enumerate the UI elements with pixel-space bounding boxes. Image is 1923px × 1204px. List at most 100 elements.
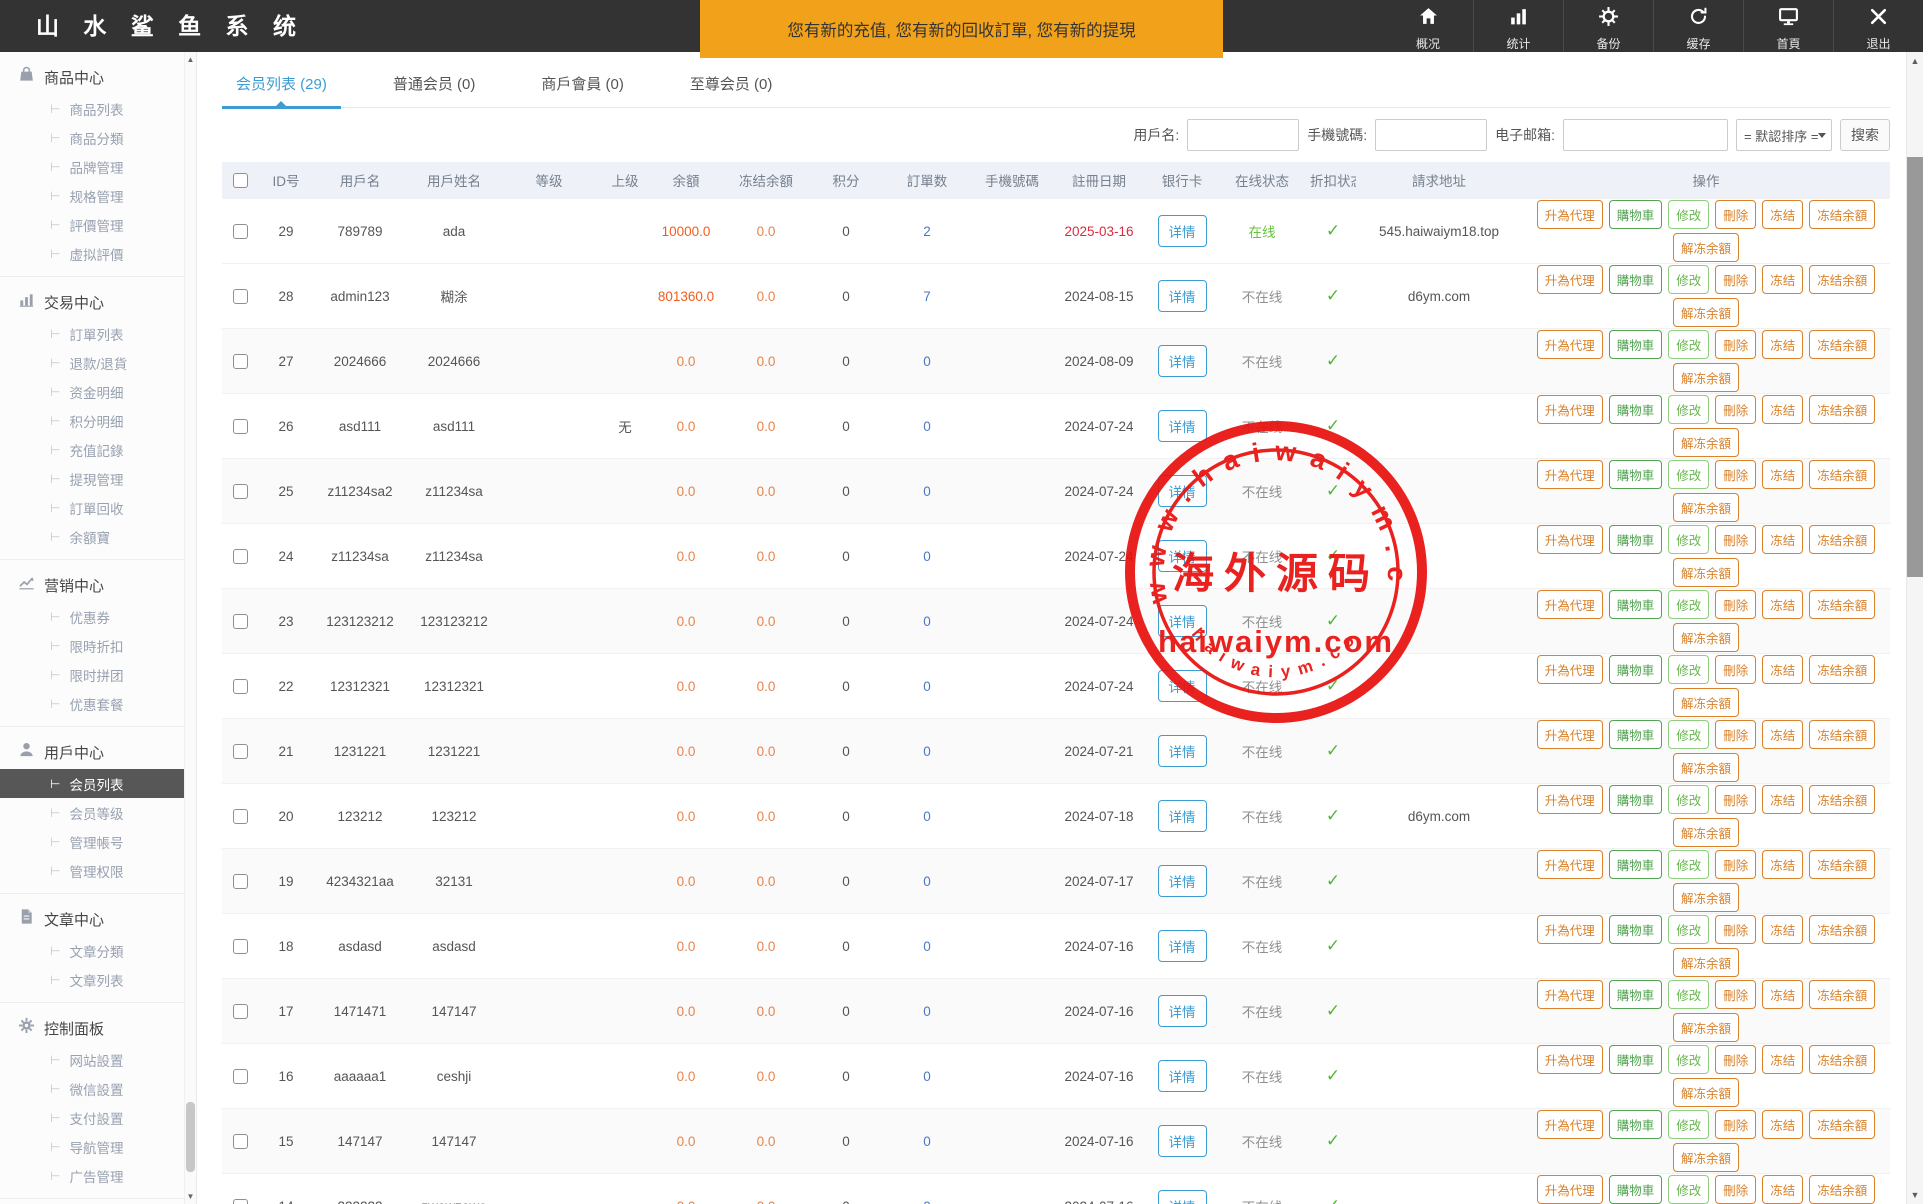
edit-button[interactable]: 修改 — [1668, 1175, 1709, 1204]
promote-agent-button[interactable]: 升為代理 — [1537, 785, 1603, 814]
sidebar-item[interactable]: ⊢評價管理 — [0, 210, 185, 239]
promote-agent-button[interactable]: 升為代理 — [1537, 720, 1603, 749]
edit-button[interactable]: 修改 — [1668, 980, 1709, 1009]
nav-overview[interactable]: 概况 — [1383, 0, 1473, 52]
unfreeze-balance-button[interactable]: 解冻余額 — [1673, 1078, 1739, 1107]
scroll-down-arrow-icon[interactable]: ▼ — [1907, 1190, 1923, 1200]
sidebar-item[interactable]: ⊢优惠套餐 — [0, 689, 185, 718]
unfreeze-balance-button[interactable]: 解冻余額 — [1673, 883, 1739, 912]
scroll-up-arrow-icon[interactable]: ▲ — [1907, 56, 1923, 66]
row-checkbox[interactable] — [233, 679, 248, 694]
unfreeze-balance-button[interactable]: 解冻余額 — [1673, 428, 1739, 457]
edit-button[interactable]: 修改 — [1668, 1110, 1709, 1139]
promote-agent-button[interactable]: 升為代理 — [1537, 1045, 1603, 1074]
freeze-balance-button[interactable]: 冻结余額 — [1809, 1045, 1875, 1074]
row-checkbox[interactable] — [233, 939, 248, 954]
delete-button[interactable]: 刪除 — [1715, 525, 1756, 554]
row-checkbox[interactable] — [233, 1134, 248, 1149]
sidebar-item[interactable]: ⊢限时拼团 — [0, 660, 185, 689]
detail-button[interactable]: 详情 — [1158, 1190, 1207, 1204]
sidebar-section-header-marketing-center[interactable]: 营销中心 — [0, 568, 196, 602]
search-button[interactable]: 搜索 — [1840, 119, 1890, 151]
scroll-up-arrow-icon[interactable]: ▲ — [185, 55, 196, 64]
detail-button[interactable]: 详情 — [1158, 670, 1207, 702]
row-checkbox[interactable] — [233, 1199, 248, 1204]
cart-button[interactable]: 購物車 — [1609, 590, 1663, 619]
scroll-down-arrow-icon[interactable]: ▼ — [185, 1192, 196, 1201]
edit-button[interactable]: 修改 — [1668, 655, 1709, 684]
sidebar-item[interactable]: ⊢商品分類 — [0, 123, 185, 152]
freeze-balance-button[interactable]: 冻结余額 — [1809, 785, 1875, 814]
row-checkbox[interactable] — [233, 289, 248, 304]
row-checkbox[interactable] — [233, 549, 248, 564]
delete-button[interactable]: 刪除 — [1715, 460, 1756, 489]
tab-supreme-member[interactable]: 至尊会员 (0) — [676, 68, 787, 108]
edit-button[interactable]: 修改 — [1668, 460, 1709, 489]
row-checkbox[interactable] — [233, 874, 248, 889]
freeze-button[interactable]: 冻结 — [1762, 395, 1803, 424]
freeze-balance-button[interactable]: 冻结余額 — [1809, 915, 1875, 944]
nav-backup[interactable]: 备份 — [1563, 0, 1653, 52]
edit-button[interactable]: 修改 — [1668, 525, 1709, 554]
unfreeze-balance-button[interactable]: 解冻余額 — [1673, 623, 1739, 652]
sidebar-item[interactable]: ⊢限時折扣 — [0, 631, 185, 660]
sidebar-item[interactable]: ⊢訂單列表 — [0, 319, 185, 348]
detail-button[interactable]: 详情 — [1158, 735, 1207, 767]
sidebar-section-header-article-center[interactable]: 文章中心 — [0, 902, 196, 936]
nav-logout[interactable]: 退出 — [1833, 0, 1923, 52]
nav-stats[interactable]: 统计 — [1473, 0, 1563, 52]
freeze-balance-button[interactable]: 冻结余額 — [1809, 1110, 1875, 1139]
freeze-button[interactable]: 冻结 — [1762, 265, 1803, 294]
sidebar-item[interactable]: ⊢商品列表 — [0, 94, 185, 123]
edit-button[interactable]: 修改 — [1668, 590, 1709, 619]
sidebar-section-header-control-panel[interactable]: 控制面板 — [0, 1011, 196, 1045]
sidebar-item[interactable]: ⊢积分明细 — [0, 406, 185, 435]
detail-button[interactable]: 详情 — [1158, 540, 1207, 572]
row-checkbox[interactable] — [233, 744, 248, 759]
unfreeze-balance-button[interactable]: 解冻余額 — [1673, 558, 1739, 587]
sidebar-section-header-product-center[interactable]: 商品中心 — [0, 60, 196, 94]
cart-button[interactable]: 購物車 — [1609, 915, 1663, 944]
row-checkbox[interactable] — [233, 419, 248, 434]
sort-select[interactable]: = 默認排序 = — [1736, 119, 1832, 151]
sidebar-item[interactable]: ⊢品牌管理 — [0, 152, 185, 181]
freeze-button[interactable]: 冻结 — [1762, 1045, 1803, 1074]
freeze-button[interactable]: 冻结 — [1762, 655, 1803, 684]
sidebar-section-header-trade-center[interactable]: 交易中心 — [0, 285, 196, 319]
sidebar-item[interactable]: ⊢提現管理 — [0, 464, 185, 493]
row-checkbox[interactable] — [233, 484, 248, 499]
delete-button[interactable]: 刪除 — [1715, 850, 1756, 879]
sidebar-item[interactable]: ⊢文章分類 — [0, 936, 185, 965]
edit-button[interactable]: 修改 — [1668, 850, 1709, 879]
delete-button[interactable]: 刪除 — [1715, 720, 1756, 749]
unfreeze-balance-button[interactable]: 解冻余額 — [1673, 298, 1739, 327]
promote-agent-button[interactable]: 升為代理 — [1537, 265, 1603, 294]
freeze-balance-button[interactable]: 冻结余額 — [1809, 265, 1875, 294]
unfreeze-balance-button[interactable]: 解冻余額 — [1673, 1143, 1739, 1172]
cart-button[interactable]: 購物車 — [1609, 395, 1663, 424]
delete-button[interactable]: 刪除 — [1715, 915, 1756, 944]
unfreeze-balance-button[interactable]: 解冻余額 — [1673, 688, 1739, 717]
row-checkbox[interactable] — [233, 1004, 248, 1019]
sidebar-item[interactable]: ⊢余額寶 — [0, 522, 185, 551]
tab-member-list[interactable]: 会员列表 (29) — [222, 68, 341, 108]
cart-button[interactable]: 購物車 — [1609, 1110, 1663, 1139]
freeze-button[interactable]: 冻结 — [1762, 980, 1803, 1009]
promote-agent-button[interactable]: 升為代理 — [1537, 1175, 1603, 1204]
sidebar-item[interactable]: ⊢支付設置 — [0, 1103, 185, 1132]
promote-agent-button[interactable]: 升為代理 — [1537, 330, 1603, 359]
freeze-button[interactable]: 冻结 — [1762, 330, 1803, 359]
cart-button[interactable]: 購物車 — [1609, 1175, 1663, 1204]
detail-button[interactable]: 详情 — [1158, 475, 1207, 507]
unfreeze-balance-button[interactable]: 解冻余額 — [1673, 363, 1739, 392]
delete-button[interactable]: 刪除 — [1715, 590, 1756, 619]
cart-button[interactable]: 購物車 — [1609, 850, 1663, 879]
freeze-button[interactable]: 冻结 — [1762, 525, 1803, 554]
freeze-balance-button[interactable]: 冻结余額 — [1809, 980, 1875, 1009]
promote-agent-button[interactable]: 升為代理 — [1537, 200, 1603, 229]
page-scrollbar-thumb[interactable] — [1907, 157, 1923, 577]
edit-button[interactable]: 修改 — [1668, 915, 1709, 944]
sidebar-item[interactable]: ⊢优惠券 — [0, 602, 185, 631]
delete-button[interactable]: 刪除 — [1715, 200, 1756, 229]
delete-button[interactable]: 刪除 — [1715, 1110, 1756, 1139]
